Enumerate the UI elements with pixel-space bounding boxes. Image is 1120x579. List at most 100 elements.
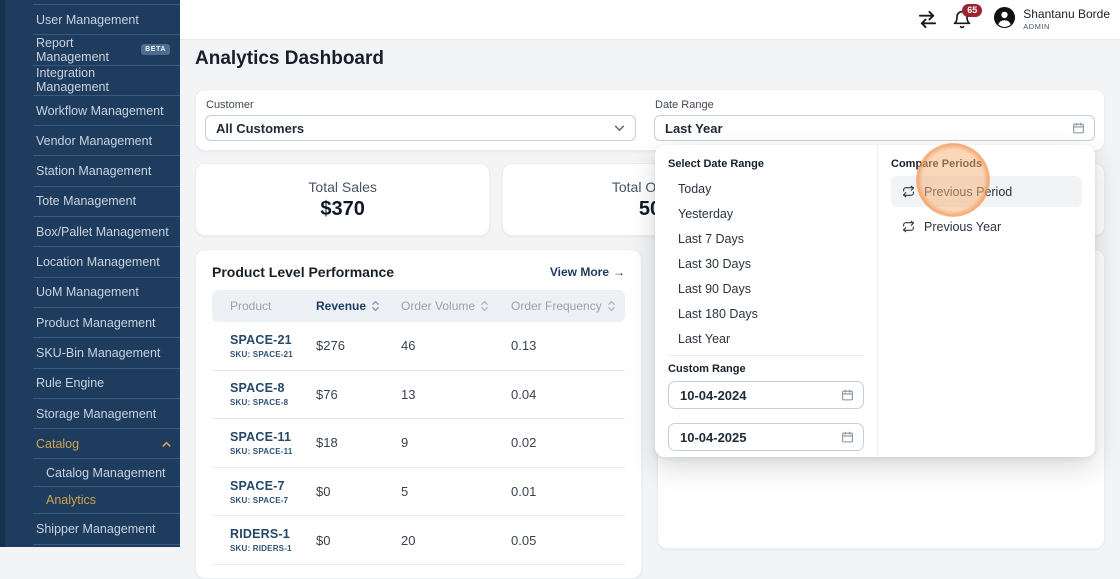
sidebar-item-box-pallet-management[interactable]: Box/Pallet Management <box>33 216 180 246</box>
user-menu[interactable]: Shantanu Borde ADMIN <box>993 6 1110 34</box>
table-row[interactable]: SPACE-11SKU: SPACE-11 $18 9 0.02 <box>212 419 625 468</box>
option-last-7-days[interactable]: Last 7 Days <box>668 226 864 251</box>
product-name: RIDERS-1 <box>230 527 316 541</box>
sidebar-item-catalog[interactable]: Catalog <box>33 428 180 458</box>
calendar-icon <box>1072 122 1085 135</box>
sidebar-item-label: Workflow Management <box>36 104 164 118</box>
option-previous-period[interactable]: Previous Period <box>891 176 1082 207</box>
select-date-range-header: Select Date Range <box>668 158 864 170</box>
chevron-up-icon <box>161 439 172 453</box>
sidebar-item-storage-management[interactable]: Storage Management <box>33 398 180 428</box>
column-order-frequency-sort[interactable]: Order Frequency <box>511 299 616 313</box>
sidebar-item-label: Box/Pallet Management <box>36 225 169 239</box>
sort-icon <box>480 299 489 313</box>
option-last-180-days[interactable]: Last 180 Days <box>668 301 864 326</box>
sidebar-item-label: Catalog Management <box>46 466 166 480</box>
compare-icon <box>902 220 915 233</box>
user-name: Shantanu Borde <box>1023 8 1110 22</box>
option-previous-year[interactable]: Previous Year <box>891 211 1082 242</box>
stat-value: $370 <box>320 198 365 221</box>
sidebar-item-tote-management[interactable]: Tote Management <box>33 186 180 216</box>
sidebar-item-rule-engine[interactable]: Rule Engine <box>33 368 180 398</box>
sidebar-item-label: Integration Management <box>36 66 170 94</box>
table-row[interactable]: SPACE-7SKU: SPACE-7 $0 5 0.01 <box>212 468 625 517</box>
cell-order-frequency: 0.02 <box>511 435 607 450</box>
sidebar-item-label: Station Management <box>36 164 151 178</box>
sidebar-item-workflow-management[interactable]: Workflow Management <box>33 95 180 125</box>
customer-label: Customer <box>206 99 636 111</box>
cell-order-frequency: 0.04 <box>511 387 607 402</box>
customer-selected-value: All Customers <box>216 121 304 136</box>
sidebar-item-label: Shipper Management <box>36 522 156 536</box>
sidebar-item-uom-management[interactable]: UoM Management <box>33 277 180 307</box>
sidebar-item-label: Catalog <box>36 437 79 451</box>
sidebar-item-integration-management[interactable]: Integration Management <box>33 65 180 95</box>
transfer-arrows-icon[interactable] <box>916 10 939 29</box>
avatar-icon <box>993 6 1016 34</box>
topbar: 65 Shantanu Borde ADMIN <box>180 0 1120 40</box>
cell-order-volume: 20 <box>401 533 511 548</box>
table-row[interactable]: SPACE-8SKU: SPACE-8 $76 13 0.04 <box>212 371 625 420</box>
chevron-down-icon <box>613 122 626 135</box>
sidebar-item-report-management[interactable]: Report Management BETA <box>33 34 180 64</box>
compare-periods-header: Compare Periods <box>891 158 1082 170</box>
compare-option-label: Previous Year <box>924 220 1001 234</box>
sidebar-item-user-management[interactable]: User Management <box>33 4 180 34</box>
table-row[interactable]: SPACE-21SKU: SPACE-21 $276 46 0.13 <box>212 322 625 371</box>
date-range-input[interactable]: Last Year <box>654 115 1095 141</box>
product-name: SPACE-21 <box>230 333 316 347</box>
sidebar-item-station-management[interactable]: Station Management <box>33 155 180 185</box>
cell-order-frequency: 0.01 <box>511 484 607 499</box>
cell-revenue: $276 <box>316 338 401 353</box>
sidebar-item-label: SKU-Bin Management <box>36 346 160 360</box>
sidebar-item-label: Report Management <box>36 36 134 64</box>
cell-revenue: $76 <box>316 387 401 402</box>
column-product: Product <box>230 299 316 313</box>
sidebar-item-label: User Management <box>36 13 139 27</box>
customer-filter: Customer All Customers <box>205 99 636 141</box>
notifications-bell-icon[interactable]: 65 <box>952 10 972 30</box>
customer-select[interactable]: All Customers <box>205 115 636 141</box>
table-title: Product Level Performance <box>212 264 394 280</box>
sidebar-item-label: Rule Engine <box>36 376 104 390</box>
sidebar-item-sku-bin-management[interactable]: SKU-Bin Management <box>33 337 180 367</box>
sidebar-item-label: Vendor Management <box>36 134 152 148</box>
compare-icon <box>902 185 915 198</box>
column-order-volume-sort[interactable]: Order Volume <box>401 299 511 313</box>
custom-range-start-input[interactable]: 10-04-2024 <box>668 381 864 409</box>
sidebar-item-product-management[interactable]: Product Management <box>33 307 180 337</box>
option-last-90-days[interactable]: Last 90 Days <box>668 276 864 301</box>
sidebar-item-label: Product Management <box>36 316 156 330</box>
view-more-link[interactable]: View More → <box>550 265 625 279</box>
product-sku: SKU: SPACE-7 <box>230 496 316 505</box>
sidebar-rail <box>0 0 5 547</box>
cell-revenue: $0 <box>316 533 401 548</box>
notification-count-badge: 65 <box>962 4 982 17</box>
sidebar-item-catalog-management[interactable]: Catalog Management <box>33 458 180 486</box>
product-name: SPACE-7 <box>230 479 316 493</box>
custom-range-end-input[interactable]: 10-04-2025 <box>668 423 864 451</box>
option-today[interactable]: Today <box>668 176 864 201</box>
option-last-30-days[interactable]: Last 30 Days <box>668 251 864 276</box>
sidebar-nav: User Management Report Management BETA I… <box>33 0 180 550</box>
sidebar-item-shipper-management[interactable]: Shipper Management <box>33 513 180 543</box>
user-role: ADMIN <box>1023 22 1110 31</box>
date-range-label: Date Range <box>655 99 1095 111</box>
option-yesterday[interactable]: Yesterday <box>668 201 864 226</box>
stat-card-total-sales: Total Sales $370 <box>195 163 490 236</box>
product-sku: SKU: SPACE-11 <box>230 447 316 456</box>
sidebar-item-label: Analytics <box>46 493 96 507</box>
calendar-icon <box>841 389 854 402</box>
product-sku: SKU: SPACE-21 <box>230 350 316 359</box>
sidebar-item-label: UoM Management <box>36 285 139 299</box>
compare-option-label: Previous Period <box>924 185 1012 199</box>
cell-order-volume: 13 <box>401 387 511 402</box>
sidebar-item-location-management[interactable]: Location Management <box>33 246 180 276</box>
sidebar-item-vendor-management[interactable]: Vendor Management <box>33 125 180 155</box>
column-revenue-sort[interactable]: Revenue <box>316 299 401 313</box>
sidebar-item-label: Storage Management <box>36 407 156 421</box>
table-row[interactable]: RIDERS-1SKU: RIDERS-1 $0 20 0.05 <box>212 516 625 565</box>
option-last-year[interactable]: Last Year <box>668 326 864 351</box>
cell-order-volume: 46 <box>401 338 511 353</box>
sidebar-item-analytics[interactable]: Analytics <box>33 486 180 514</box>
